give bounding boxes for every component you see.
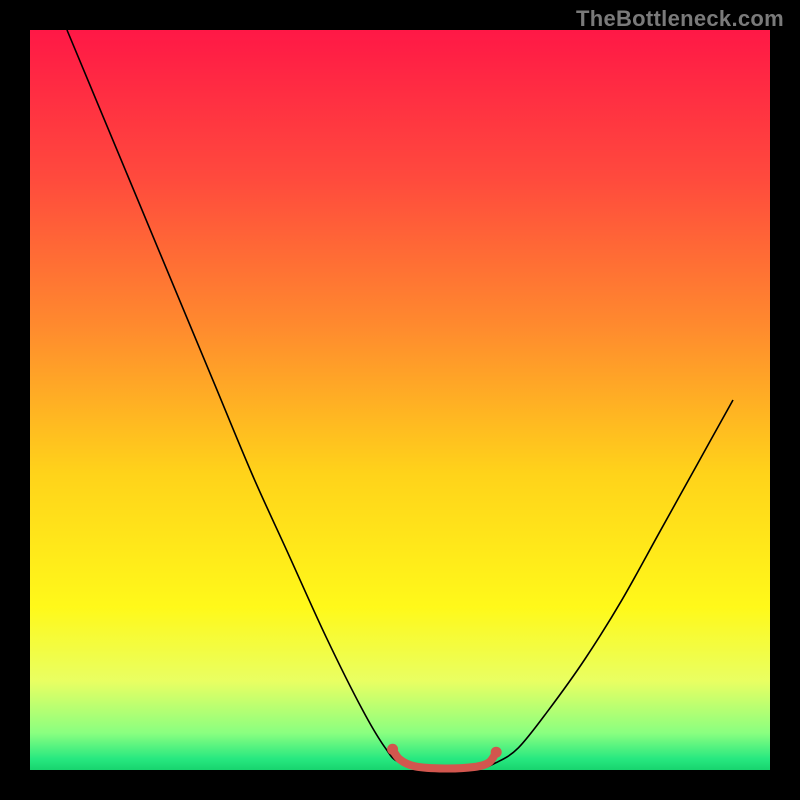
bottleneck-chart [0,0,800,800]
watermark-text: TheBottleneck.com [576,6,784,32]
chart-frame: TheBottleneck.com [0,0,800,800]
plot-background [30,30,770,770]
optimal-zone-endpoint [491,747,502,758]
optimal-zone-endpoint [387,744,398,755]
